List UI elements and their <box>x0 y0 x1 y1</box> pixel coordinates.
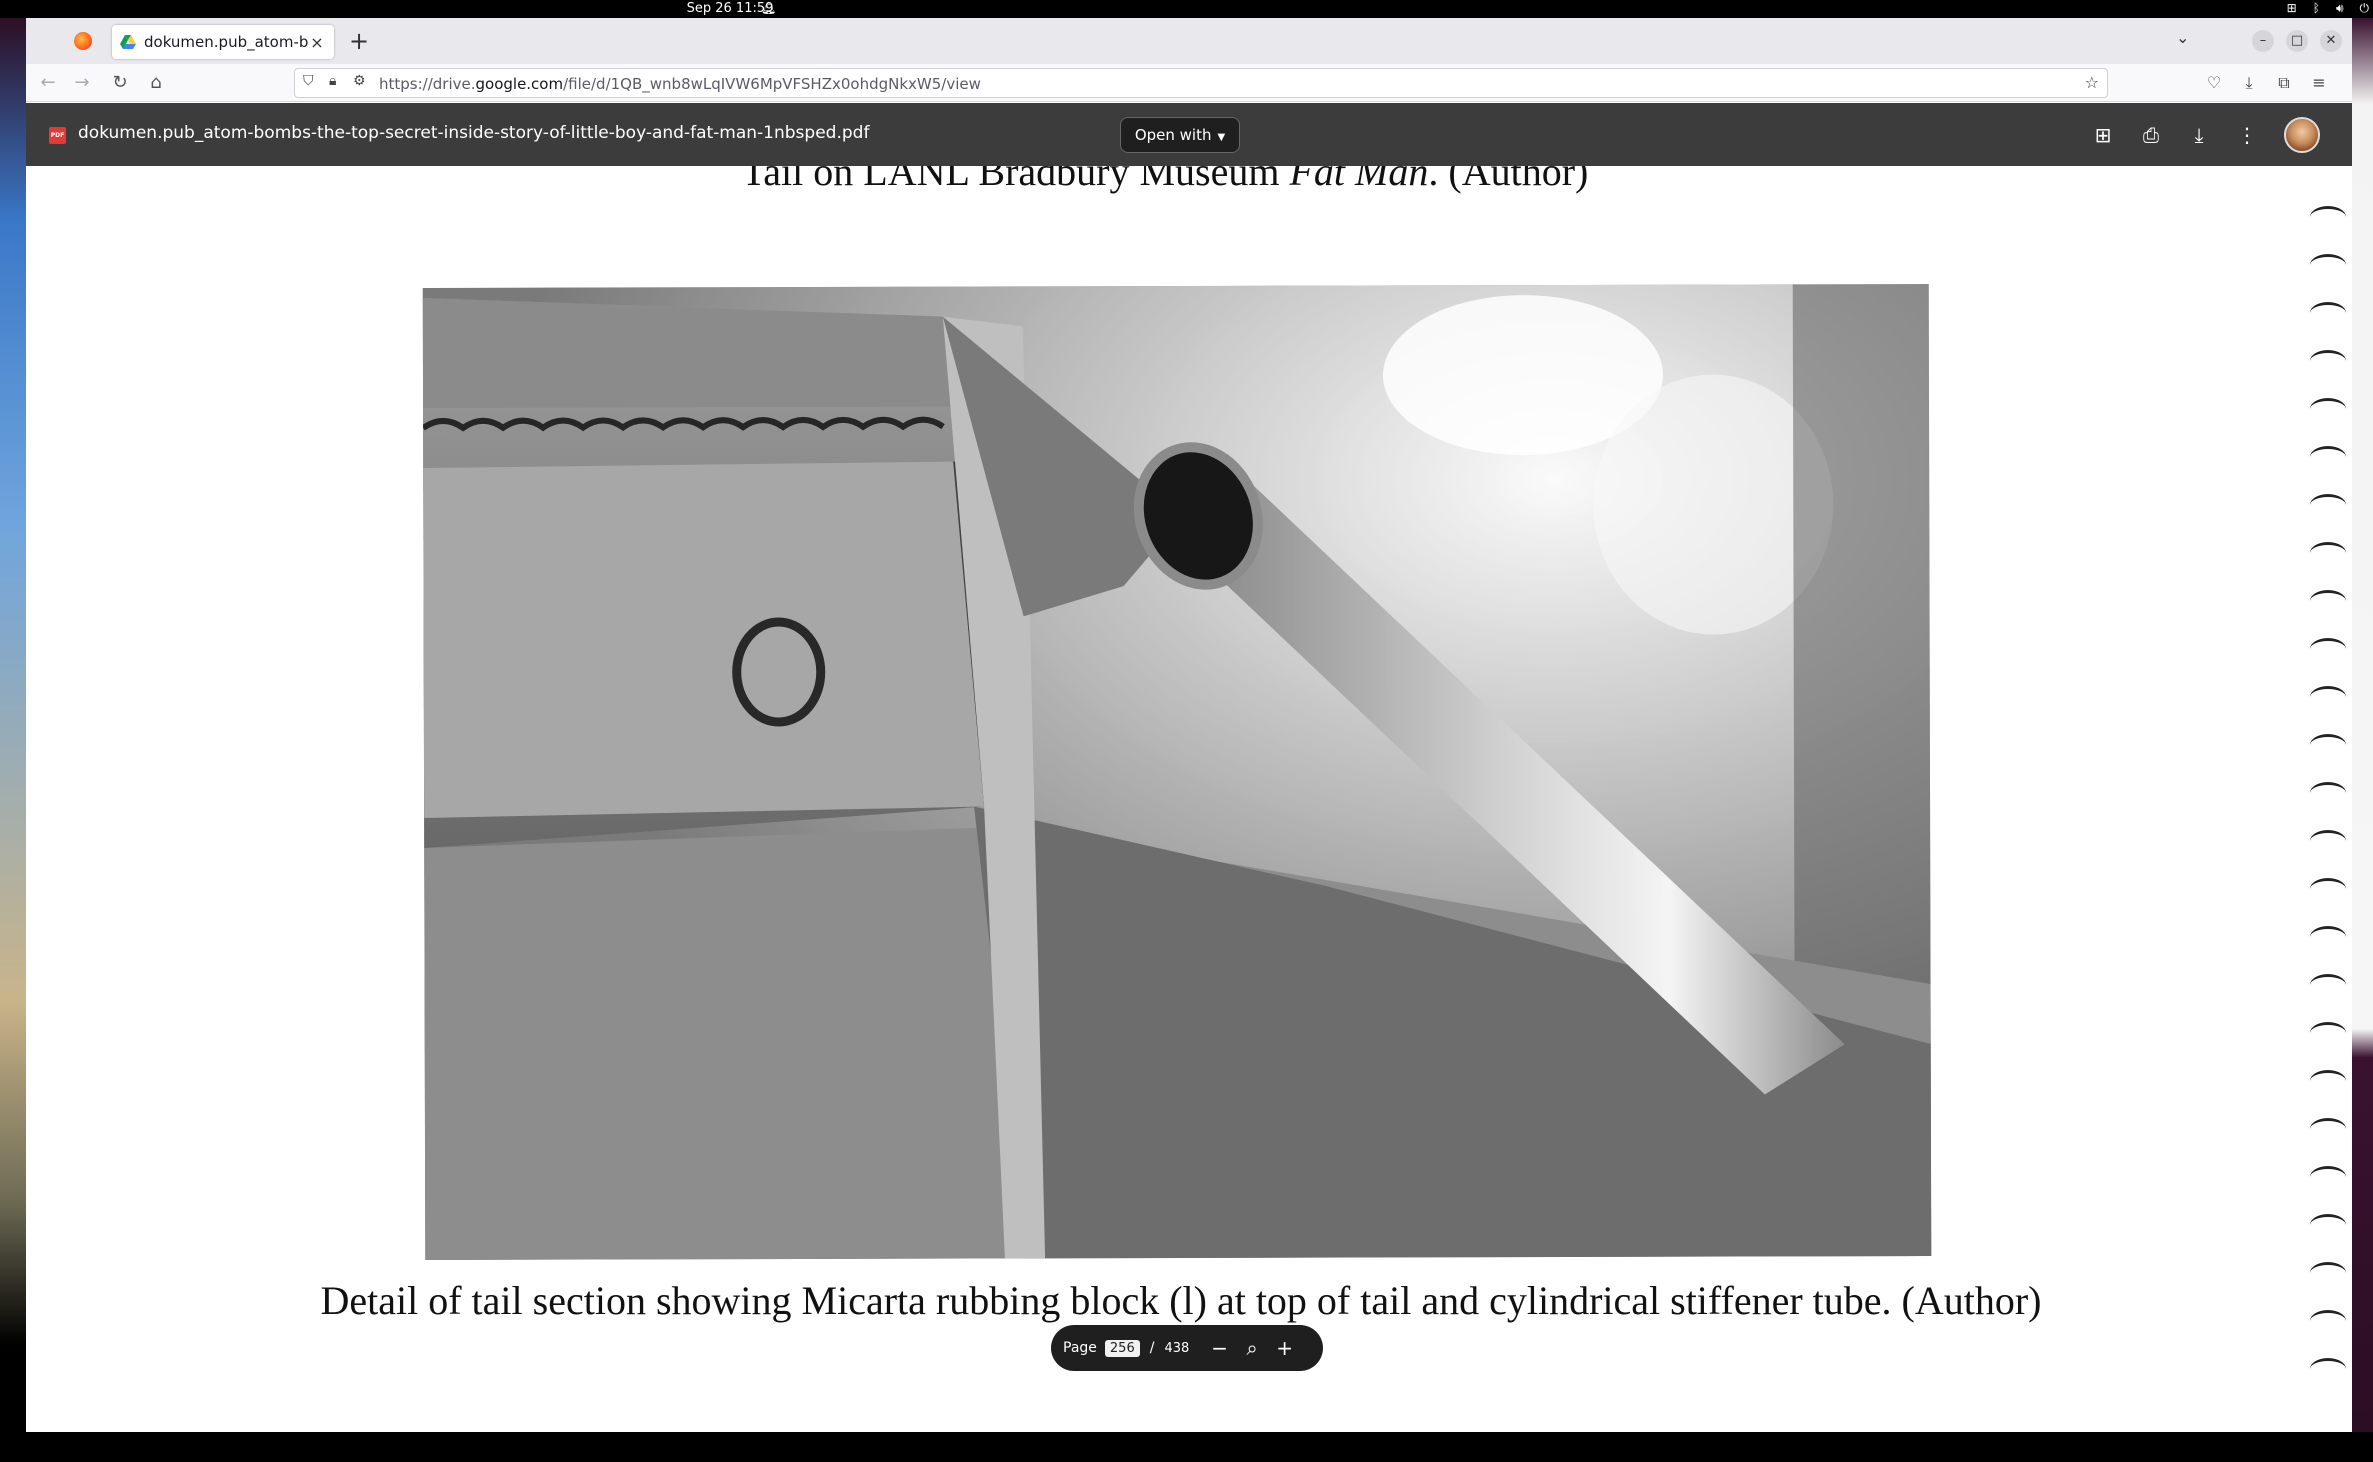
zoom-icon[interactable]: ⌕ <box>1246 1337 1258 1359</box>
add-comment-icon[interactable]: ⊞ <box>2089 121 2117 149</box>
zoom-in-icon[interactable]: + <box>1276 1337 1293 1359</box>
system-clock[interactable]: Sep 26 11:59 <box>0 1 1460 17</box>
google-drive-icon <box>120 35 136 49</box>
new-tab-button[interactable]: + <box>345 28 373 54</box>
power-icon: ⏻ <box>2359 1 2370 15</box>
bluetooth-icon: ᛒ <box>2312 1 2320 15</box>
tab-strip: dokumen.pub_atom-bom × + ⌄ – □ ✕ <box>26 18 2352 64</box>
tab-active[interactable]: dokumen.pub_atom-bom × <box>112 25 334 59</box>
home-icon[interactable]: ⌂ <box>144 72 168 94</box>
firefox-window: dokumen.pub_atom-bom × + ⌄ – □ ✕ ← → ↻ ⌂… <box>26 18 2352 1432</box>
screen-bottom <box>0 1432 2373 1462</box>
permissions-icon[interactable]: ⚙ <box>353 73 366 89</box>
page-label: Page <box>1063 1340 1097 1356</box>
url-text[interactable]: https://drive.google.com/file/d/1QB_wnb8… <box>379 75 981 93</box>
pocket-icon[interactable]: ♡ <box>2203 73 2225 92</box>
maximize-button[interactable]: □ <box>2286 30 2308 52</box>
page-separator: / <box>1149 1340 1155 1356</box>
previous-figure-caption: Tail on LANL Bradbury Museum Fat Man. (A… <box>741 166 1589 194</box>
page-navigation-control: Page 256 / 438 − ⌕ + <box>1051 1325 1323 1371</box>
drive-pdf-viewer: PDF dokumen.pub_atom-bombs-the-top-secre… <box>26 103 2352 1432</box>
bookmark-star-icon[interactable]: ☆ <box>2085 73 2099 92</box>
system-tray[interactable]: ⊞ ᛒ 🔊︎ ⏻ <box>2287 1 2369 16</box>
minimize-button[interactable]: – <box>2252 30 2274 52</box>
notification-bell-icon: 🔔︎ <box>761 1 777 15</box>
account-avatar[interactable] <box>2284 117 2320 153</box>
file-name: dokumen.pub_atom-bombs-the-top-secret-in… <box>78 123 870 143</box>
page-binding-edge <box>2304 166 2352 1432</box>
background-window-edge <box>2352 18 2373 1462</box>
open-with-button[interactable]: Open with ▼ <box>1120 117 1240 153</box>
network-icon: ⊞ <box>2286 1 2297 15</box>
viewer-header: PDF dokumen.pub_atom-bombs-the-top-secre… <box>26 103 2352 166</box>
reload-icon[interactable]: ↻ <box>108 72 132 94</box>
page-total: 438 <box>1164 1340 1190 1356</box>
list-all-tabs-icon[interactable]: ⌄ <box>2176 28 2189 47</box>
firefox-icon[interactable] <box>74 32 92 50</box>
url-bar[interactable]: ⛉ 🔒︎ ⚙ https://drive.google.com/file/d/1… <box>294 68 2108 98</box>
tail-section-photo <box>422 284 1932 1260</box>
close-tab-icon[interactable]: × <box>308 33 326 52</box>
back-icon[interactable]: ← <box>36 72 60 94</box>
dropdown-caret-icon: ▼ <box>1217 132 1226 143</box>
download-icon[interactable]: ⤓ <box>2185 121 2213 149</box>
desktop-background <box>0 18 26 1462</box>
tab-title: dokumen.pub_atom-bom <box>144 33 308 51</box>
downloads-icon[interactable]: ⤓ <box>2238 73 2260 93</box>
navigation-toolbar: ← → ↻ ⌂ ⛉ 🔒︎ ⚙ https://drive.google.com/… <box>26 64 2352 102</box>
lock-icon[interactable]: 🔒︎ <box>329 73 336 89</box>
pdf-file-icon: PDF <box>49 127 66 144</box>
zoom-out-icon[interactable]: − <box>1211 1337 1228 1359</box>
menu-icon[interactable]: ≡ <box>2308 73 2330 92</box>
forward-icon[interactable]: → <box>70 72 94 94</box>
page-number-input[interactable]: 256 <box>1104 1339 1140 1357</box>
extensions-icon[interactable]: ⧉ <box>2273 73 2295 93</box>
shield-icon[interactable]: ⛉ <box>303 73 314 89</box>
close-window-button[interactable]: ✕ <box>2320 30 2342 52</box>
print-icon[interactable]: ⎙ <box>2137 121 2165 149</box>
pdf-page: Tail on LANL Bradbury Museum Fat Man. (A… <box>26 166 2304 1432</box>
more-options-icon[interactable]: ⋮ <box>2233 121 2261 149</box>
system-top-bar: Sep 26 11:59 🔔︎ ⊞ ᛒ 🔊︎ ⏻ <box>0 0 2373 18</box>
figure-caption: Detail of tail section showing Micarta r… <box>320 1278 2042 1323</box>
volume-icon: 🔊︎ <box>2335 1 2344 15</box>
